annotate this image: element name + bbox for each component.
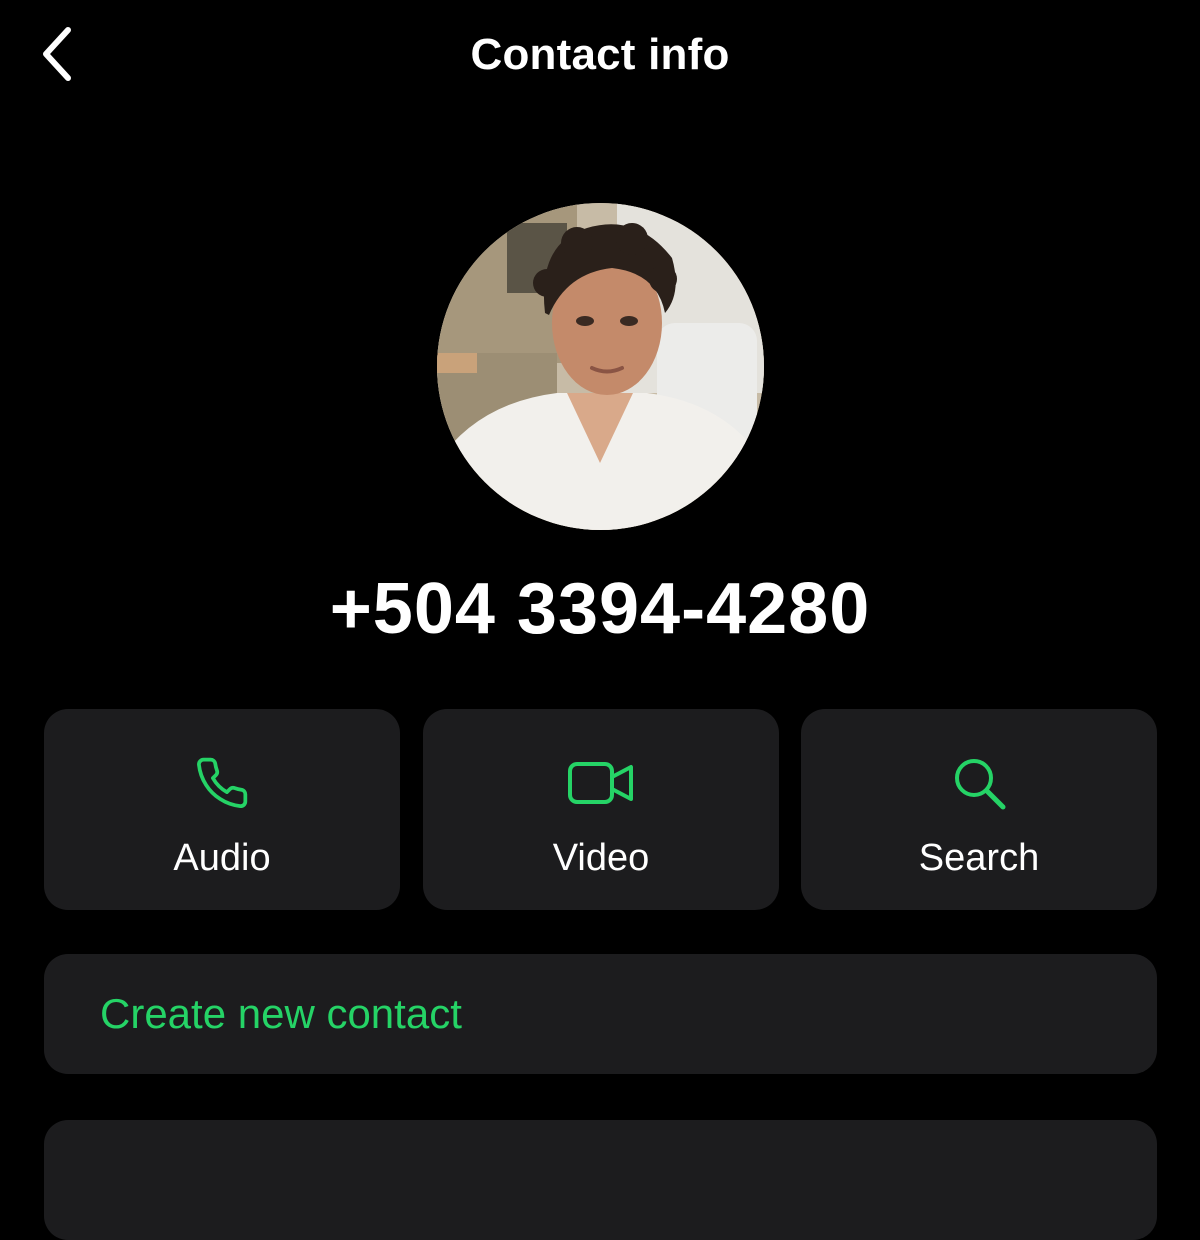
action-buttons: Audio Video Search	[44, 709, 1157, 910]
video-camera-icon	[568, 762, 633, 804]
profile-photo	[437, 203, 764, 530]
avatar[interactable]	[437, 203, 764, 530]
audio-label: Audio	[173, 837, 271, 879]
video-label: Video	[552, 837, 650, 879]
page-title: Contact info	[470, 30, 730, 79]
create-new-contact-button[interactable]: Create new contact	[44, 954, 1157, 1074]
search-icon	[955, 759, 1006, 810]
audio-call-button[interactable]: Audio	[44, 709, 400, 910]
create-new-contact-label: Create new contact	[100, 990, 462, 1037]
top-bar: Contact info	[0, 0, 1200, 112]
phone-number: +504 3394-4280	[329, 569, 871, 649]
search-button[interactable]: Search	[801, 709, 1157, 910]
next-section-card	[44, 1120, 1157, 1240]
search-label: Search	[918, 837, 1040, 879]
video-call-button[interactable]: Video	[423, 709, 779, 910]
phone-icon	[197, 757, 248, 809]
